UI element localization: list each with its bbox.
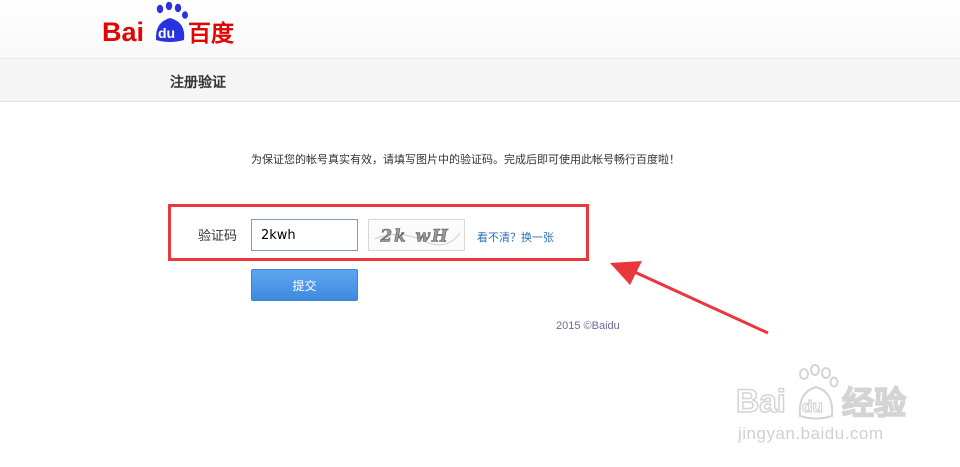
submit-button[interactable]: 提交 <box>251 269 358 301</box>
refresh-captcha-link[interactable]: 看不清？换一张 <box>477 229 554 245</box>
captcha-image-text: 2k wH <box>379 226 449 246</box>
captcha-label: 验证码 <box>198 229 238 244</box>
captcha-input[interactable] <box>251 219 358 251</box>
baidu-logo[interactable]: Bai du 百度 <box>100 0 240 50</box>
arrow-annotation-icon <box>610 261 769 335</box>
page-title: 注册验证 <box>170 75 226 91</box>
verification-notice: 为保证您的帐号真实有效，请填写图片中的验证码。完成后即可使用此帐号畅行百度啦！ <box>251 153 680 166</box>
logo-du-text: du <box>158 25 175 41</box>
watermark-url: jingyan.baidu.com <box>738 424 884 443</box>
captcha-image[interactable]: 2k wH <box>368 219 465 251</box>
watermark-du-text: du <box>802 397 823 416</box>
logo-bai-text: Bai <box>102 17 144 47</box>
watermark-cn-text: 经验 <box>842 384 906 422</box>
top-header: Bai du 百度 <box>0 0 960 58</box>
logo-cn-text: 百度 <box>188 20 235 47</box>
baidu-jingyan-watermark: Bai du 经验 <box>735 364 907 423</box>
watermark-bai-text: Bai <box>736 383 786 419</box>
sub-header: 注册验证 <box>0 58 960 102</box>
